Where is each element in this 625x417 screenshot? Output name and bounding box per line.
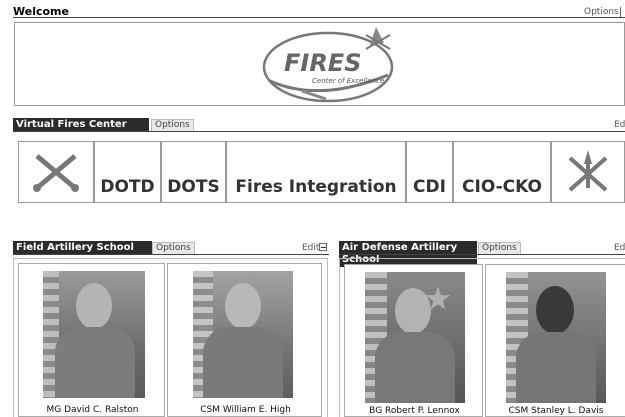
person-card: CSM William E. High [167, 263, 322, 417]
tile-air-defense-icon[interactable] [551, 141, 625, 203]
person-name: MG David C. Ralston [46, 405, 139, 415]
person-card: MG David C. Ralston [18, 263, 165, 417]
crossed-cannons-icon [33, 154, 79, 192]
tile-dotd[interactable]: DOTD [94, 141, 161, 203]
welcome-rule [13, 17, 625, 18]
ada-edit-link[interactable]: Ed [614, 243, 625, 253]
fires-logo-subtext: Center of Excellence [312, 77, 384, 85]
welcome-divider [620, 7, 621, 17]
fas-rule [13, 254, 329, 255]
tile-cio-cko[interactable]: CIO-CKO [453, 141, 551, 203]
fires-logo-text: FIRES [284, 49, 361, 77]
vfc-title: Virtual Fires Center [13, 118, 149, 132]
welcome-options-link[interactable]: Options [584, 7, 619, 17]
person-photo [506, 272, 606, 403]
person-name: BG Robert P. Lennox [369, 406, 460, 416]
person-name: CSM William E. High [200, 405, 291, 415]
tile-cdi[interactable]: CDI [406, 141, 453, 203]
person-photo [43, 271, 145, 398]
person-card: CSM Stanley L. Davis [485, 264, 625, 417]
person-name: CSM Stanley L. Davis [508, 406, 604, 416]
air-defense-missile-icon [568, 150, 608, 192]
tile-dots[interactable]: DOTS [161, 141, 226, 203]
vfc-edit-link[interactable]: Ed [614, 120, 625, 130]
tile-field-artillery-icon[interactable] [18, 141, 94, 203]
fas-title: Field Artillery School [13, 241, 152, 255]
fires-logo: FIRES Center of Excellence [262, 27, 394, 103]
welcome-banner: FIRES Center of Excellence [14, 22, 625, 106]
person-photo [193, 271, 293, 398]
person-photo [365, 272, 465, 403]
ada-rule [339, 254, 625, 255]
vfc-rule [13, 131, 625, 132]
person-card: BG Robert P. Lennox [344, 264, 483, 417]
tile-fires-integration[interactable]: Fires Integration [226, 141, 406, 203]
minimize-icon[interactable] [319, 243, 327, 251]
fas-edit-link[interactable]: Edit [302, 243, 319, 253]
